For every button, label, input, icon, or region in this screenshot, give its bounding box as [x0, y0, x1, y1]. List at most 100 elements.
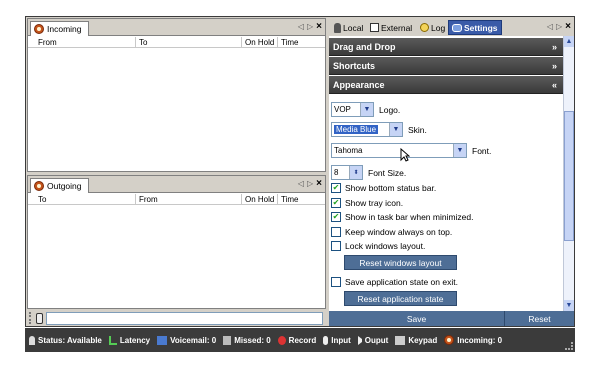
missed-item[interactable]: Missed: 0	[223, 335, 271, 345]
section-appearance[interactable]: Appearance «	[329, 76, 563, 94]
close-icon[interactable]: ×	[316, 178, 322, 189]
collapse-chevron-icon: «	[551, 80, 557, 90]
resize-grip-icon[interactable]	[565, 342, 573, 350]
tab-outgoing[interactable]: Outgoing	[30, 178, 89, 193]
skin-select[interactable]: Media Blue ▼	[331, 122, 403, 137]
chevron-down-icon[interactable]: ▼	[389, 123, 402, 136]
mouse-cursor-icon	[400, 148, 410, 162]
checkbox-checked-icon[interactable]: ✔	[331, 183, 341, 193]
tab-local[interactable]: Local	[331, 20, 366, 35]
incoming-call-icon	[34, 24, 44, 34]
skin-row: Media Blue ▼ Skin.	[331, 122, 427, 137]
checkbox-empty-icon[interactable]	[331, 227, 341, 237]
dial-bar	[27, 310, 326, 326]
close-icon[interactable]: ×	[565, 21, 571, 32]
reset-button[interactable]: Reset	[505, 311, 574, 326]
status-available[interactable]: Status: Available	[29, 335, 102, 345]
tab-log[interactable]: Log	[417, 20, 448, 35]
scroll-up-icon[interactable]: ▲	[564, 36, 574, 47]
outgoing-pane: Outgoing ◁ ▷ × To From On Hold Time	[27, 175, 326, 309]
tab-external[interactable]: External	[367, 20, 415, 35]
user-icon	[334, 22, 341, 33]
checkbox-empty-icon[interactable]	[331, 277, 341, 287]
expand-chevron-icon: »	[551, 61, 557, 71]
font-size-label: Font Size.	[368, 167, 407, 178]
checkbox-lock-layout[interactable]: Lock windows layout.	[331, 241, 425, 251]
column-on-hold[interactable]: On Hold	[241, 37, 277, 48]
drag-grip-icon[interactable]	[29, 312, 33, 324]
tab-incoming[interactable]: Incoming	[30, 21, 89, 36]
column-time[interactable]: Time	[277, 37, 325, 48]
chevron-down-icon[interactable]: ▼	[360, 103, 373, 116]
scroll-right-icon[interactable]: ▷	[307, 179, 313, 188]
section-shortcuts[interactable]: Shortcuts »	[329, 57, 563, 75]
settings-icon	[452, 23, 462, 32]
scroll-left-icon[interactable]: ◁	[298, 179, 304, 188]
spinner-icon[interactable]: ⬍	[349, 166, 362, 179]
column-to[interactable]: To	[28, 194, 135, 205]
dial-input[interactable]	[46, 311, 323, 325]
tab-settings[interactable]: Settings	[448, 20, 502, 35]
close-icon[interactable]: ×	[316, 21, 322, 32]
scrollbar-thumb[interactable]	[564, 111, 574, 241]
scroll-left-icon[interactable]: ◁	[547, 22, 553, 31]
skin-label: Skin.	[408, 124, 427, 135]
section-drag-and-drop[interactable]: Drag and Drop »	[329, 38, 563, 56]
phone-icon[interactable]	[36, 312, 43, 324]
column-time[interactable]: Time	[277, 194, 325, 205]
record-button[interactable]: Record	[277, 335, 316, 345]
status-text: Status: Available	[38, 335, 102, 345]
scroll-down-icon[interactable]: ▼	[564, 300, 574, 311]
checkbox-empty-icon[interactable]	[331, 241, 341, 251]
latency-item[interactable]: Latency	[108, 335, 150, 345]
tab-settings-label: Settings	[464, 22, 498, 33]
keypad-icon	[395, 335, 406, 345]
scroll-right-icon[interactable]: ▷	[307, 22, 313, 31]
section-title: Shortcuts	[333, 61, 376, 71]
logo-select[interactable]: VOP ▼	[331, 102, 374, 117]
right-tabbar: Local External Log Settings ◁ ▷ ×	[329, 18, 574, 35]
reset-windows-layout-button[interactable]: Reset windows layout	[344, 255, 457, 270]
input-button[interactable]: Input	[323, 335, 351, 345]
user-status-icon	[29, 335, 35, 345]
settings-scrollbar[interactable]: ▲ ▼	[563, 36, 574, 311]
microphone-icon	[323, 335, 329, 345]
checkbox-show-status-bar[interactable]: ✔ Show bottom status bar.	[331, 183, 436, 193]
expand-chevron-icon: »	[551, 42, 557, 52]
tab-local-label: Local	[343, 22, 364, 33]
incoming-column-header: From To On Hold Time	[28, 37, 325, 48]
checkbox-show-tray-icon[interactable]: ✔ Show tray icon.	[331, 198, 403, 208]
scroll-left-icon[interactable]: ◁	[298, 22, 304, 31]
font-select[interactable]: Tahoma ▼	[331, 143, 467, 158]
status-bar: Status: Available Latency Voicemail: 0 M…	[25, 328, 575, 352]
column-to[interactable]: To	[135, 37, 241, 48]
logo-value: VOP	[334, 105, 351, 114]
incoming-pane-controls: ◁ ▷ ×	[298, 21, 322, 32]
font-label: Font.	[472, 145, 492, 156]
checkbox-always-on-top[interactable]: Keep window always on top.	[331, 227, 452, 237]
chevron-down-icon[interactable]: ▼	[453, 144, 466, 157]
font-size-row: 8 ⬍ Font Size.	[331, 165, 406, 180]
missed-calls-icon	[223, 335, 232, 345]
font-size-stepper[interactable]: 8 ⬍	[331, 165, 363, 180]
checkbox-label: Show tray icon.	[345, 198, 404, 208]
checkbox-checked-icon[interactable]: ✔	[331, 198, 341, 208]
voicemail-item[interactable]: Voicemail: 0	[157, 335, 216, 345]
column-on-hold[interactable]: On Hold	[241, 194, 277, 205]
column-from[interactable]: From	[28, 37, 135, 48]
checkbox-checked-icon[interactable]: ✔	[331, 212, 341, 222]
save-button[interactable]: Save	[329, 311, 505, 326]
voicemail-icon	[157, 335, 168, 345]
incoming-pane: Incoming ◁ ▷ × From To On Hold Time	[27, 18, 326, 172]
output-button[interactable]: Ouput	[357, 335, 388, 345]
checkbox-show-in-taskbar[interactable]: ✔ Show in task bar when minimized.	[331, 212, 474, 222]
tab-log-label: Log	[431, 22, 446, 33]
column-from[interactable]: From	[135, 194, 241, 205]
incoming-count-item[interactable]: Incoming: 0	[444, 335, 502, 345]
reset-application-state-button[interactable]: Reset application state	[344, 291, 457, 306]
keypad-button[interactable]: Keypad	[395, 335, 437, 345]
outgoing-column-header: To From On Hold Time	[28, 194, 325, 205]
right-pane-controls: ◁ ▷ ×	[547, 21, 571, 32]
scroll-right-icon[interactable]: ▷	[556, 22, 562, 31]
checkbox-save-state[interactable]: Save application state on exit.	[331, 277, 458, 287]
